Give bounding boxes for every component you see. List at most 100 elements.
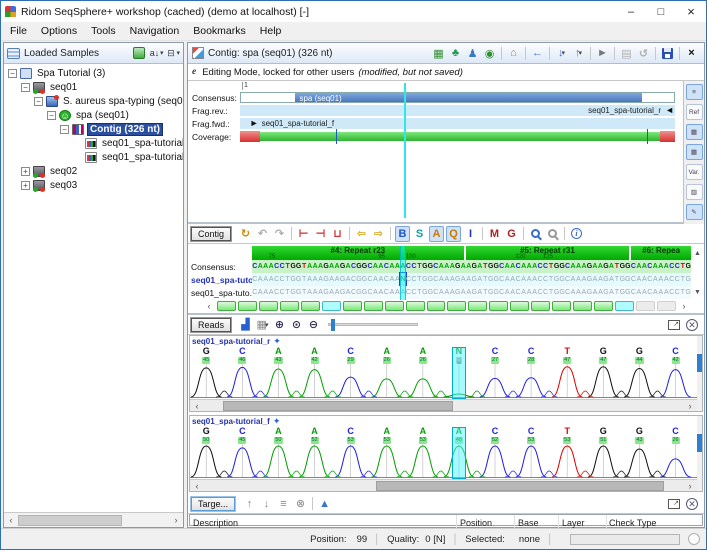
tree-item[interactable]: −S. aureus spa-typing (seq01) [4, 94, 183, 108]
trace-zoom-slider[interactable] [328, 323, 418, 326]
scroll-segment[interactable] [385, 301, 404, 311]
scroll-segment[interactable] [573, 301, 592, 311]
trace-hscroll-thumb[interactable] [376, 481, 663, 491]
scroll-right-icon[interactable]: › [677, 301, 691, 311]
edit-s-icon[interactable]: S [412, 226, 427, 242]
edit-q-icon[interactable]: Q [446, 226, 461, 242]
scroll-segment[interactable] [615, 301, 634, 311]
trace-cells-icon[interactable]: ▦ [686, 144, 703, 160]
trim-clear-icon[interactable]: ⊔ [330, 226, 345, 242]
scroll-segment[interactable] [510, 301, 529, 311]
repeat-annotation[interactable]: #4: Repeat r23 [252, 246, 464, 260]
close-target-icon[interactable]: ✕ [686, 498, 698, 510]
edit-m-icon[interactable]: M [487, 226, 502, 242]
trace-canvas[interactable]: G45C46A43A42C29A26A26N0C27C28T47G47G44C4… [190, 347, 697, 399]
frag-fwd-bar[interactable]: ► seq01_spa-tutorial_f [240, 118, 675, 129]
scroll-segment[interactable] [364, 301, 383, 311]
menu-file[interactable]: File [3, 23, 34, 39]
menu-help[interactable]: Help [253, 23, 289, 39]
trace-hscrollbar[interactable]: ‹› [190, 399, 697, 411]
scroll-segment[interactable] [552, 301, 571, 311]
home-icon[interactable]: ⌂ [506, 45, 521, 61]
zoom-reset-icon[interactable]: ⊙ [289, 317, 304, 333]
trace-zoom-slider-thumb[interactable] [331, 319, 335, 331]
tree-item[interactable]: +seq03 [4, 178, 183, 192]
consensus-overview-bar[interactable]: spa (seq01) [240, 92, 675, 103]
print-icon[interactable]: ▤ [619, 45, 634, 61]
trace-vscrollbar[interactable] [697, 336, 702, 411]
maximize-button[interactable]: □ [646, 1, 676, 22]
web-submit-icon[interactable]: ◉ [482, 45, 497, 61]
tree-hscrollbar[interactable]: ‹ › [4, 512, 183, 527]
clear-icon[interactable]: ⊗ [293, 496, 308, 512]
submit-icon[interactable]: ► [595, 45, 610, 61]
edit-base-icon[interactable]: B [395, 226, 410, 242]
trace-hscroll-thumb[interactable] [223, 401, 453, 411]
tree-item[interactable]: +seq02 [4, 164, 183, 178]
tree-expander-icon[interactable]: − [21, 83, 30, 92]
tree-expander-icon[interactable]: − [8, 69, 17, 78]
tree-item[interactable]: −seq01 [4, 80, 183, 94]
import-samples-icon[interactable] [133, 46, 146, 61]
close-panel-icon[interactable]: × [684, 45, 699, 61]
edit-a-icon[interactable]: A [429, 226, 444, 242]
scroll-segment[interactable] [343, 301, 362, 311]
scroll-segment[interactable] [489, 301, 508, 311]
close-reads-icon[interactable]: ✕ [686, 319, 698, 331]
scroll-segment[interactable] [238, 301, 257, 311]
sample-tree-icon[interactable]: ♣ [448, 45, 463, 61]
next-result-down-icon-caret[interactable]: ▾ [561, 49, 565, 57]
scroll-segment[interactable] [406, 301, 425, 311]
menu-tools[interactable]: Tools [84, 23, 123, 39]
tree-hscroll-thumb[interactable] [18, 515, 122, 526]
detach-reads-icon[interactable]: ↗ [668, 320, 680, 330]
edit-i-icon[interactable]: I [463, 226, 478, 242]
scroll-left-icon[interactable]: ‹ [4, 515, 18, 525]
repeat-annotation[interactable]: #6: Repea [631, 246, 691, 260]
revert-icon[interactable]: ↺ [636, 45, 651, 61]
scroll-segment[interactable] [280, 301, 299, 311]
scroll-segment[interactable] [657, 301, 676, 311]
annotation-pen-icon[interactable]: ✎ [686, 204, 703, 220]
trim-right-icon[interactable]: ⊣ [313, 226, 328, 242]
image-panel-icon[interactable]: ▨ [686, 184, 703, 200]
redo-icon[interactable]: ↷ [272, 226, 287, 242]
scroll-segment[interactable] [468, 301, 487, 311]
reads-section-button[interactable]: Reads [191, 318, 231, 332]
alignment-area[interactable]: #4: Repeat r23#5: Repeat r31#6: Repea759… [188, 244, 704, 315]
info-icon[interactable]: i [569, 226, 584, 242]
trace-canvas[interactable]: G50C45A50A52C53A53A53A48C52C53T53G51G43C… [190, 427, 697, 479]
scroll-left-icon[interactable]: ‹ [202, 301, 216, 311]
jump-right-icon[interactable]: ⇨ [371, 226, 386, 242]
consensus-cells-icon[interactable]: ▦ [686, 124, 703, 140]
back-icon[interactable]: ← [530, 45, 545, 61]
next-result-up-icon-caret[interactable]: ▾ [578, 49, 582, 57]
scroll-segment[interactable] [259, 301, 278, 311]
scroll-segment[interactable] [301, 301, 320, 311]
overview-panel-icon[interactable]: ≡ [686, 84, 703, 100]
trim-left-icon[interactable]: ⊢ [296, 226, 311, 242]
scroll-right-icon[interactable]: › [683, 401, 697, 411]
contig-overview[interactable]: 1 Consensus: spa (seq01) Frag.rev.: [188, 81, 683, 224]
menu-bookmarks[interactable]: Bookmarks [186, 23, 253, 39]
read-rev-sequence[interactable]: CAAACCTGGTAAAGAAGACGGCAACAANCCTGGCAAAGAA… [252, 273, 691, 286]
jump-left-icon[interactable]: ⇦ [354, 226, 369, 242]
tree-expander-icon[interactable]: + [21, 167, 30, 176]
variants-panel-icon[interactable]: Var. [686, 164, 703, 180]
tree-item[interactable]: −Spa Tutorial (3) [4, 66, 183, 80]
trace-options-icon[interactable]: ▦▾ [255, 317, 270, 333]
filter-icon[interactable]: ≡ [276, 496, 291, 512]
scroll-segment[interactable] [594, 301, 613, 311]
scroll-segment[interactable] [322, 301, 341, 311]
reference-panel-icon[interactable]: Ref [686, 104, 703, 120]
trace-vscrollbar[interactable] [697, 416, 702, 491]
tree-expander-icon[interactable]: + [21, 181, 30, 190]
menu-options[interactable]: Options [34, 23, 84, 39]
tree-item[interactable]: seq01_spa-tutorial_r (3 [4, 136, 183, 150]
frag-rev-bar[interactable]: seq01_spa-tutorial_r ◄ [240, 105, 675, 116]
user-task-icon[interactable]: ♟ [465, 45, 480, 61]
tree-item[interactable]: seq01_spa-tutorial_f (3 [4, 150, 183, 164]
zoom-in-icon[interactable]: ⊕ [272, 317, 287, 333]
contig-section-button[interactable]: Contig [191, 227, 231, 241]
read-fwd-sequence[interactable]: CAAACCTGGTAAAGAAGACGGCAACAAACCTGGCAAAGAA… [252, 286, 691, 299]
